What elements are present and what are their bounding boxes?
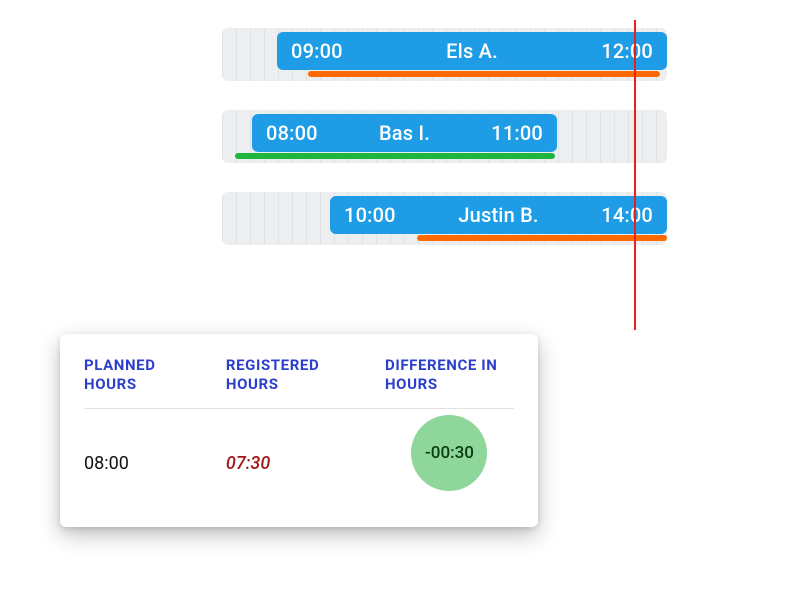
shift-bar[interactable]: 09:00 Els A. 12:00: [277, 32, 667, 70]
registered-hours-value: 07:30: [226, 453, 385, 474]
shift-bar[interactable]: 10:00 Justin B. 14:00: [330, 196, 667, 234]
actual-time-bar: [235, 153, 555, 159]
actual-time-bar: [417, 235, 667, 241]
timeline-row: 10:00 Justin B. 14:00: [222, 192, 667, 245]
shift-start-time: 08:00: [266, 121, 318, 145]
shift-start-time: 09:00: [291, 39, 343, 63]
schedule-timeline: 09:00 Els A. 12:00 08:00 Bas I. 11:00 10…: [222, 28, 782, 274]
current-time-line: [634, 20, 636, 330]
shift-start-time: 10:00: [344, 203, 396, 227]
difference-badge: -00:30: [411, 415, 487, 491]
shift-end-time: 11:00: [491, 121, 543, 145]
shift-bar[interactable]: 08:00 Bas I. 11:00: [252, 114, 557, 152]
divider: [84, 408, 514, 409]
hours-summary-card: PLANNEDHOURS REGISTEREDHOURS DIFFERENCE …: [60, 334, 538, 527]
shift-employee-name: Els A.: [446, 39, 498, 63]
shift-end-time: 14:00: [601, 203, 653, 227]
planned-hours-header: PLANNEDHOURS: [84, 356, 226, 396]
actual-time-bar: [308, 71, 660, 77]
shift-employee-name: Bas I.: [379, 121, 430, 145]
difference-value: -00:30: [425, 443, 474, 463]
timeline-row: 08:00 Bas I. 11:00: [222, 110, 667, 163]
shift-employee-name: Justin B.: [458, 203, 538, 227]
difference-hours-header: DIFFERENCE INHOURS: [385, 356, 514, 396]
registered-hours-header: REGISTEREDHOURS: [226, 356, 385, 396]
planned-hours-value: 08:00: [84, 453, 226, 474]
shift-end-time: 12:00: [601, 39, 653, 63]
timeline-row: 09:00 Els A. 12:00: [222, 28, 667, 81]
